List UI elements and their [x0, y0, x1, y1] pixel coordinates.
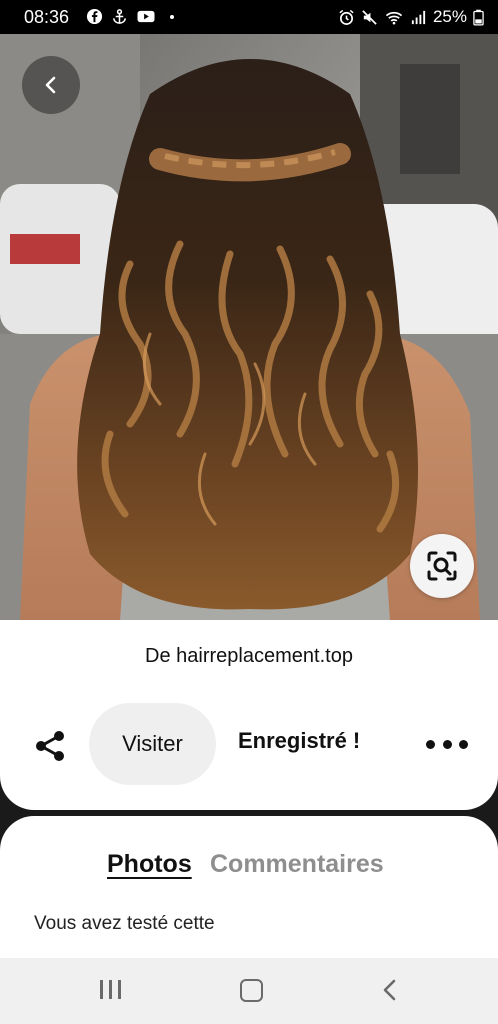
recent-apps-button[interactable]: [100, 980, 121, 999]
battery-icon: [473, 9, 484, 25]
share-button[interactable]: [28, 724, 72, 768]
visit-button[interactable]: Visiter: [89, 703, 216, 785]
source-domain: hairreplacement.top: [176, 645, 353, 667]
hairstyle-photo: [0, 34, 498, 621]
battery-percent: 25%: [432, 7, 467, 26]
pin-image[interactable]: [0, 34, 498, 621]
facebook-icon: [86, 8, 103, 25]
status-time: 08:36: [24, 7, 70, 27]
lens-search-icon: [427, 551, 457, 581]
alarm-icon: [339, 9, 354, 25]
source-prefix: De: [145, 645, 177, 667]
more-options-button[interactable]: [426, 732, 468, 756]
comment-prompt: Vous avez testé cette: [34, 913, 215, 934]
tab-photos[interactable]: Photos: [107, 850, 192, 879]
wifi-icon: [385, 11, 403, 24]
tab-comments[interactable]: Commentaires: [210, 850, 384, 879]
nav-back-icon[interactable]: [380, 978, 400, 1002]
chevron-left-icon: [45, 76, 56, 94]
visual-search-button[interactable]: [410, 534, 474, 598]
home-button[interactable]: [240, 979, 263, 1002]
pin-info-card: De hairreplacement.top Visiter Enregistr…: [0, 620, 498, 810]
ellipsis-dot-icon: [442, 739, 452, 749]
status-bar: 08:36 25%: [0, 0, 498, 34]
anchor-icon: [113, 9, 126, 24]
ellipsis-dot-icon: [459, 739, 468, 749]
notification-dot: [170, 14, 174, 19]
share-icon: [36, 731, 64, 761]
signal-icon: [411, 10, 426, 24]
system-nav-bar: [0, 958, 498, 1024]
youtube-icon: [137, 10, 155, 23]
saved-button[interactable]: Enregistré !: [238, 728, 360, 754]
back-button[interactable]: [22, 56, 80, 114]
pin-source[interactable]: De hairreplacement.top: [0, 645, 498, 668]
mute-icon: [362, 9, 377, 25]
ellipsis-dot-icon: [426, 739, 435, 749]
